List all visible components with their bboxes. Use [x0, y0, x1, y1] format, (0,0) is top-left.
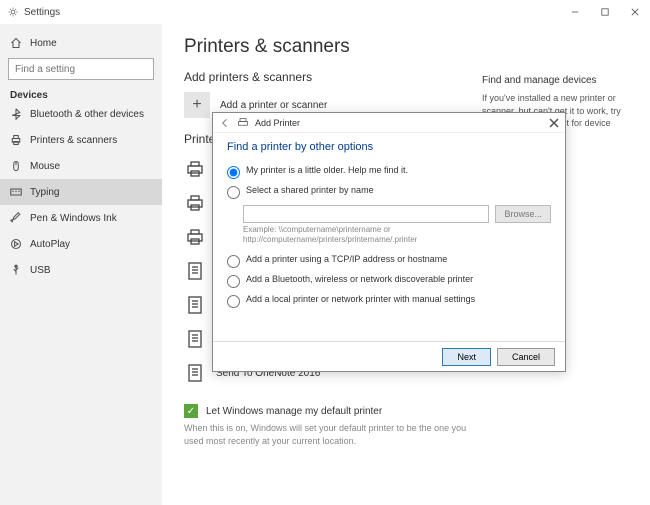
dialog-title: Add Printer — [255, 118, 300, 128]
sidebar-item-pen[interactable]: Pen & Windows Ink — [0, 205, 162, 231]
option-label: My printer is a little older. Help me fi… — [246, 165, 408, 177]
option-manual[interactable]: Add a local printer or network printer w… — [227, 294, 551, 308]
radio-bluetooth[interactable] — [227, 275, 240, 288]
printer-icon — [10, 134, 22, 146]
maximize-button[interactable] — [590, 0, 620, 24]
home-icon — [10, 37, 22, 49]
dialog-close-button[interactable] — [549, 118, 559, 128]
example-text: Example: \\computername\printername or h… — [243, 225, 551, 246]
default-printer-label: Let Windows manage my default printer — [206, 406, 382, 417]
sidebar-item-typing[interactable]: Typing — [0, 179, 162, 205]
option-bluetooth[interactable]: Add a Bluetooth, wireless or network dis… — [227, 274, 551, 288]
page-title: Printers & scanners — [184, 36, 628, 58]
printer-icon — [237, 117, 249, 129]
document-icon — [184, 294, 206, 316]
sidebar-item-usb[interactable]: USB — [0, 257, 162, 283]
sidebar-item-bluetooth[interactable]: Bluetooth & other devices — [0, 101, 162, 127]
bluetooth-icon — [10, 108, 22, 120]
sidebar: Home Devices Bluetooth & other devices P… — [0, 24, 162, 505]
printer-icon — [184, 158, 206, 180]
option-label: Add a printer using a TCP/IP address or … — [246, 254, 447, 266]
option-shared-printer[interactable]: Select a shared printer by name — [227, 185, 551, 199]
sidebar-home-label: Home — [30, 38, 57, 49]
minimize-button[interactable] — [560, 0, 590, 24]
shared-printer-input[interactable] — [243, 205, 489, 223]
search-input-wrap[interactable] — [8, 58, 154, 80]
add-printer-label: Add a printer or scanner — [220, 100, 327, 111]
window-title: Settings — [24, 7, 60, 18]
sidebar-item-label: Typing — [30, 187, 59, 198]
close-button[interactable] — [620, 0, 650, 24]
keyboard-icon — [10, 186, 22, 198]
radio-shared-printer[interactable] — [227, 186, 240, 199]
sidebar-home[interactable]: Home — [0, 30, 162, 56]
cancel-button[interactable]: Cancel — [497, 348, 555, 366]
browse-button[interactable]: Browse... — [495, 205, 551, 223]
default-printer-checkbox[interactable]: ✓ — [184, 404, 198, 418]
search-input[interactable] — [15, 64, 147, 75]
sidebar-item-label: Bluetooth & other devices — [30, 109, 144, 120]
radio-manual[interactable] — [227, 295, 240, 308]
sidebar-item-label: AutoPlay — [30, 239, 70, 250]
next-button[interactable]: Next — [442, 348, 491, 366]
sidebar-item-label: Mouse — [30, 161, 60, 172]
sidebar-item-label: Printers & scanners — [30, 135, 117, 146]
dialog-heading: Find a printer by other options — [227, 141, 551, 153]
gear-icon — [8, 7, 18, 17]
autoplay-icon — [10, 238, 22, 250]
option-label: Add a local printer or network printer w… — [246, 294, 475, 306]
sidebar-item-label: USB — [30, 265, 51, 276]
option-tcpip[interactable]: Add a printer using a TCP/IP address or … — [227, 254, 551, 268]
option-label: Select a shared printer by name — [246, 185, 374, 197]
sidebar-item-printers[interactable]: Printers & scanners — [0, 127, 162, 153]
sidebar-item-label: Pen & Windows Ink — [30, 213, 117, 224]
radio-older-printer[interactable] — [227, 166, 240, 179]
usb-icon — [10, 264, 22, 276]
add-printer-dialog: Add Printer Find a printer by other opti… — [212, 112, 566, 372]
option-older-printer[interactable]: My printer is a little older. Help me fi… — [227, 165, 551, 179]
sidebar-section-header: Devices — [0, 86, 162, 101]
mouse-icon — [10, 160, 22, 172]
plus-icon: + — [184, 92, 210, 118]
titlebar: Settings — [0, 0, 650, 24]
document-icon — [184, 260, 206, 282]
document-icon — [184, 362, 206, 384]
right-heading: Find and manage devices — [482, 74, 632, 88]
option-label: Add a Bluetooth, wireless or network dis… — [246, 274, 473, 286]
sidebar-item-autoplay[interactable]: AutoPlay — [0, 231, 162, 257]
radio-tcpip[interactable] — [227, 255, 240, 268]
back-icon[interactable] — [219, 117, 231, 129]
printer-icon — [184, 192, 206, 214]
pen-icon — [10, 212, 22, 224]
printer-icon — [184, 226, 206, 248]
sidebar-item-mouse[interactable]: Mouse — [0, 153, 162, 179]
document-icon — [184, 328, 206, 350]
default-printer-desc: When this is on, Windows will set your d… — [184, 422, 484, 447]
